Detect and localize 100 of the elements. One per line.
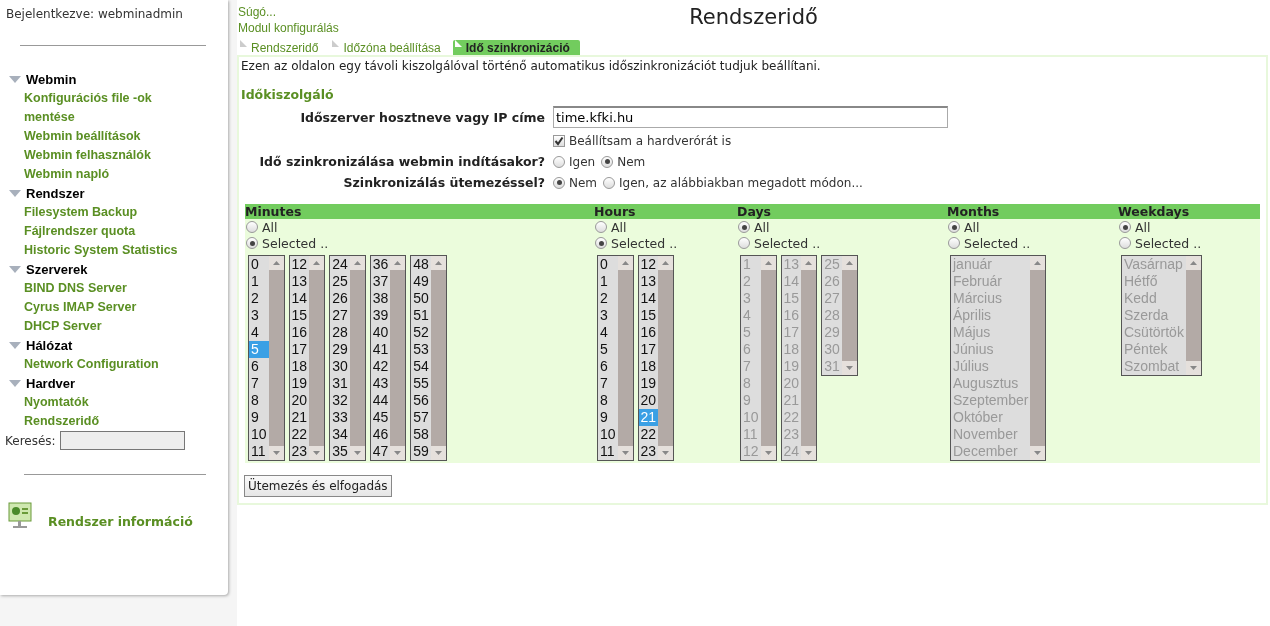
list-option[interactable]: 39 <box>370 307 391 324</box>
scroll-down-button[interactable] <box>658 446 674 460</box>
list-option[interactable]: 9 <box>598 409 618 426</box>
list-option[interactable]: 33 <box>330 409 350 426</box>
list-option[interactable]: 19 <box>289 375 310 392</box>
sidebar-link[interactable]: Network Configuration <box>24 355 159 374</box>
help-link[interactable]: Súgó... <box>238 4 277 20</box>
list-option[interactable]: 12 <box>289 256 310 273</box>
list-option[interactable]: 15 <box>638 307 659 324</box>
list-option[interactable]: 24 <box>330 256 350 273</box>
list-option[interactable]: 13 <box>289 273 310 290</box>
list-option[interactable]: 3 <box>249 307 269 324</box>
list-option[interactable]: 8 <box>249 392 269 409</box>
list-option[interactable]: 12 <box>638 256 659 273</box>
list-option[interactable]: 7 <box>598 375 618 392</box>
scroll-bar[interactable] <box>658 256 674 460</box>
list-option[interactable]: 28 <box>330 324 350 341</box>
list-option[interactable]: 2 <box>598 290 618 307</box>
list-option[interactable]: 31 <box>330 375 350 392</box>
list-box[interactable]: 12 13 14 15 16 17 18 19 20 21 22 23 <box>637 255 675 461</box>
scroll-down-button[interactable] <box>390 446 406 460</box>
list-option[interactable]: 21 <box>289 409 310 426</box>
list-option[interactable]: 40 <box>370 324 391 341</box>
radio-button[interactable] <box>246 221 258 233</box>
list-option[interactable]: 8 <box>598 392 618 409</box>
list-option[interactable]: 20 <box>638 392 659 409</box>
list-option[interactable]: 35 <box>330 443 350 460</box>
list-option[interactable]: 51 <box>411 307 431 324</box>
sidebar-link[interactable]: Filesystem Backup <box>24 203 138 222</box>
list-option[interactable]: 16 <box>638 324 659 341</box>
list-option[interactable]: 10 <box>249 426 269 443</box>
sidebar-link[interactable]: BIND DNS Server <box>24 279 127 298</box>
sidebar-link[interactable]: DHCP Server <box>24 317 102 336</box>
scroll-bar[interactable] <box>309 256 325 460</box>
sidebar-link[interactable]: Konfigurációs file -ok mentése <box>24 89 189 127</box>
list-option[interactable]: 25 <box>330 273 350 290</box>
list-option[interactable]: 30 <box>330 358 350 375</box>
sidebar-link[interactable]: Fájlrendszer quota <box>24 222 136 241</box>
scroll-bar[interactable] <box>349 256 365 460</box>
list-option[interactable]: 47 <box>370 443 391 460</box>
list-box[interactable]: 12 13 14 15 16 17 18 19 20 21 22 23 <box>288 255 326 461</box>
list-option[interactable]: 15 <box>289 307 310 324</box>
radio-button[interactable] <box>948 237 960 249</box>
scroll-up-button[interactable] <box>617 256 633 270</box>
list-option[interactable]: 18 <box>638 358 659 375</box>
list-option[interactable]: 4 <box>249 324 269 341</box>
scroll-up-button[interactable] <box>309 256 325 270</box>
list-option[interactable]: 41 <box>370 341 391 358</box>
list-option[interactable]: 43 <box>370 375 391 392</box>
radio-button[interactable] <box>603 176 616 189</box>
radio-button[interactable] <box>738 237 750 249</box>
radio-button[interactable] <box>738 221 750 233</box>
system-info-link[interactable]: Rendszer információ <box>48 514 193 529</box>
list-option[interactable]: 27 <box>330 307 350 324</box>
list-option[interactable]: 3 <box>598 307 618 324</box>
list-option[interactable]: 10 <box>598 426 618 443</box>
list-option[interactable]: 45 <box>370 409 391 426</box>
sidebar-link[interactable]: Webmin napló <box>24 165 110 184</box>
list-box[interactable]: 0 1 2 3 4 5 6 7 8 9 10 11 <box>597 255 634 461</box>
sidebar-link[interactable]: Webmin beállítások <box>24 127 141 146</box>
list-option[interactable]: 1 <box>598 273 618 290</box>
list-option[interactable]: 18 <box>289 358 310 375</box>
list-option[interactable]: 14 <box>638 290 659 307</box>
scroll-bar[interactable] <box>430 256 446 460</box>
list-option[interactable]: 14 <box>289 290 310 307</box>
list-option[interactable]: 4 <box>598 324 618 341</box>
submit-button[interactable]: Ütemezés és elfogadás <box>244 475 392 497</box>
list-option[interactable]: 53 <box>411 341 431 358</box>
help-link[interactable]: Modul konfigurálás <box>238 20 339 36</box>
list-option[interactable]: 32 <box>330 392 350 409</box>
list-option[interactable]: 57 <box>411 409 431 426</box>
radio-button[interactable] <box>1119 221 1131 233</box>
scroll-bar[interactable] <box>268 256 284 460</box>
checkbox[interactable] <box>553 135 565 147</box>
scroll-down-button[interactable] <box>349 446 365 460</box>
list-option[interactable]: 55 <box>411 375 431 392</box>
list-option[interactable]: 7 <box>249 375 269 392</box>
list-option[interactable]: 23 <box>289 443 310 460</box>
sidebar-link[interactable]: Nyomtatók <box>24 393 89 412</box>
radio-button[interactable] <box>595 221 607 233</box>
radio-button[interactable] <box>553 155 565 168</box>
list-option[interactable]: 20 <box>289 392 310 409</box>
scroll-down-button[interactable] <box>268 446 284 460</box>
list-option[interactable]: 29 <box>330 341 350 358</box>
scroll-up-button[interactable] <box>390 256 406 270</box>
list-option[interactable]: 1 <box>249 273 269 290</box>
scroll-down-button[interactable] <box>617 446 633 460</box>
sidebar-link[interactable]: Rendszeridő <box>24 412 99 431</box>
scroll-up-button[interactable] <box>658 256 674 270</box>
list-option[interactable]: 42 <box>370 358 391 375</box>
list-option[interactable]: 59 <box>411 443 431 460</box>
radio-button[interactable] <box>1119 237 1131 249</box>
list-box[interactable]: 0 1 2 3 4 5 6 7 8 9 10 11 <box>248 255 285 461</box>
sidebar-link[interactable]: Webmin felhasználók <box>24 146 151 165</box>
list-option[interactable]: 6 <box>249 358 269 375</box>
sidebar-link[interactable]: Historic System Statistics <box>24 241 178 260</box>
list-option[interactable]: 13 <box>638 273 659 290</box>
list-option[interactable]: 52 <box>411 324 431 341</box>
list-option[interactable]: 58 <box>411 426 431 443</box>
section-heading[interactable]: Webmin <box>26 72 77 87</box>
